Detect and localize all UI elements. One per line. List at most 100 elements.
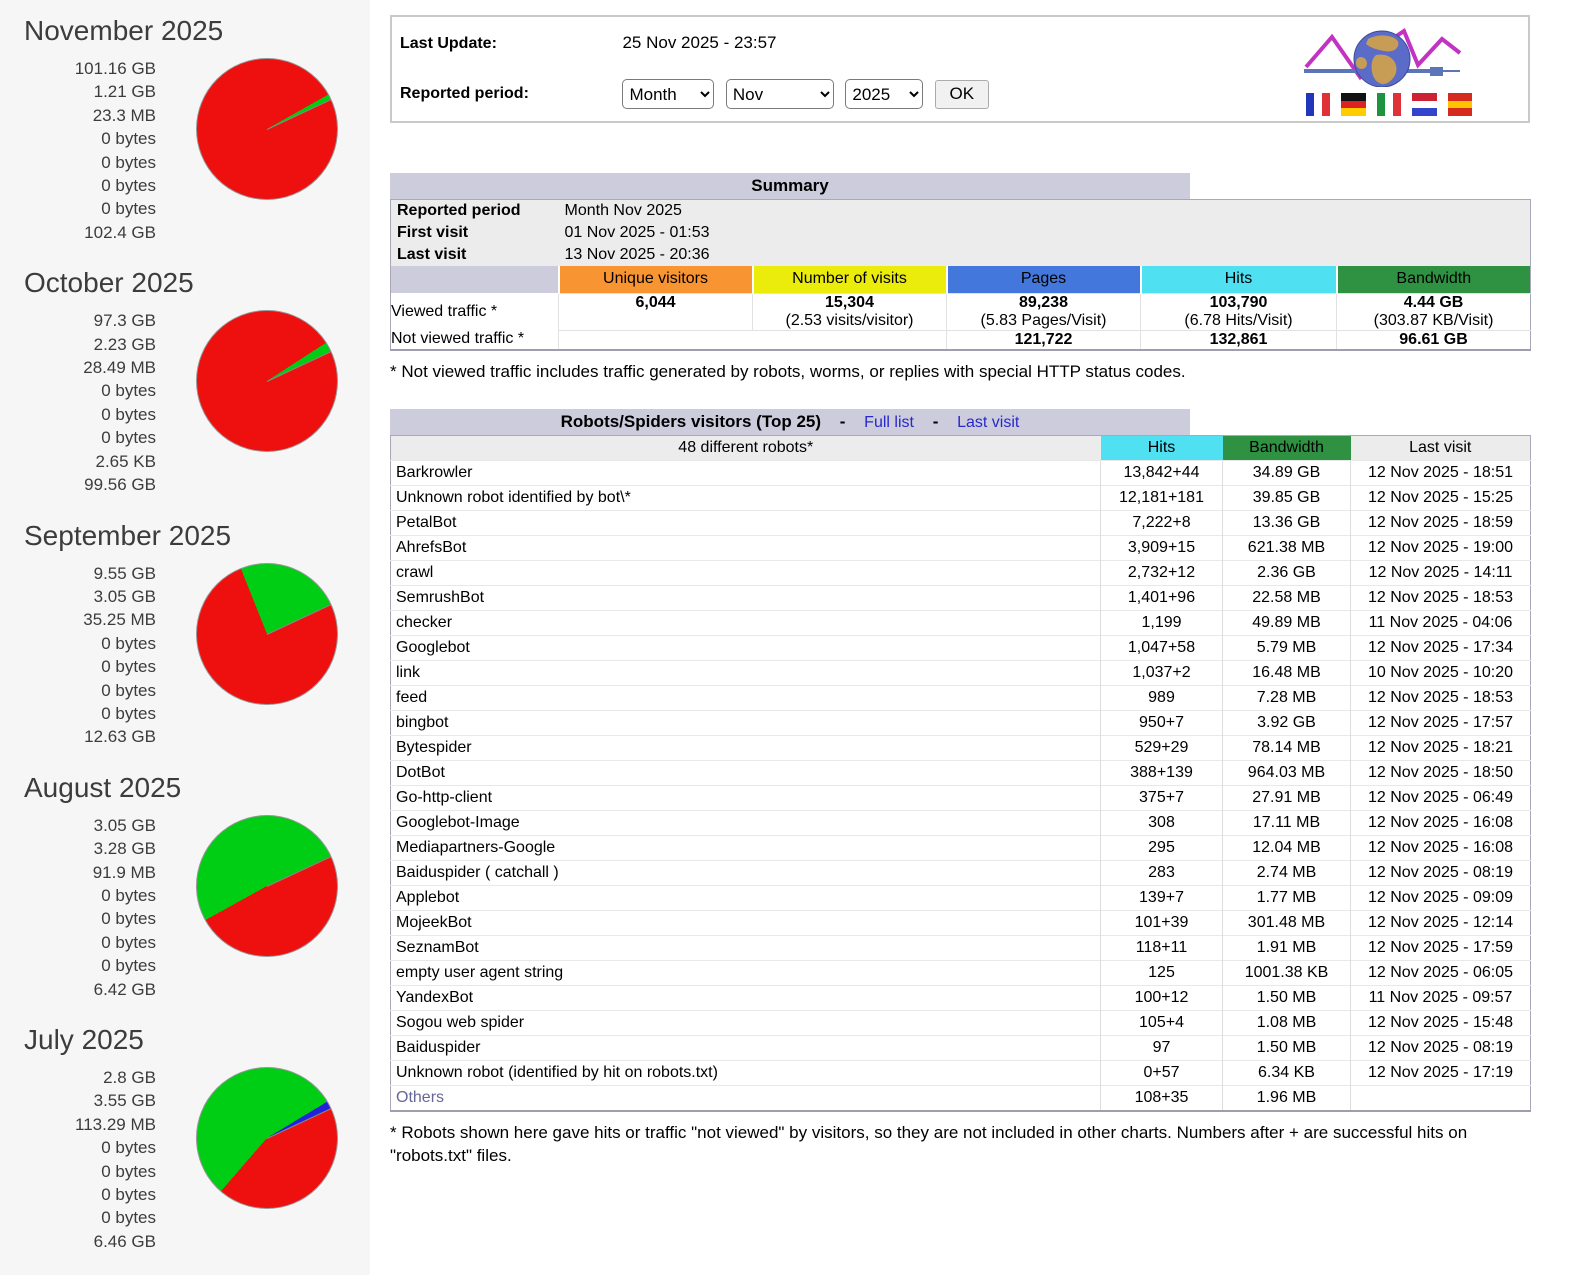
- robot-row: Applebot139+71.77 MB12 Nov 2025 - 09:09: [391, 885, 1531, 910]
- flag-germany-icon[interactable]: [1341, 93, 1365, 116]
- robot-row: MojeekBot101+39301.48 MB12 Nov 2025 - 12…: [391, 910, 1531, 935]
- month-stat-value: 28.49 MB: [24, 356, 156, 379]
- robot-hits: 12,181+181: [1101, 485, 1223, 510]
- month-stat-value: 0 bytes: [24, 632, 156, 655]
- robot-name: Baiduspider ( catchall ): [391, 860, 1101, 885]
- flag-italy-icon[interactable]: [1377, 93, 1401, 116]
- month-pie-chart: [196, 58, 338, 200]
- viewed-unique: 6,044: [559, 293, 753, 330]
- month-stat-value: 0 bytes: [24, 931, 156, 954]
- month-stat-value: 0 bytes: [24, 1206, 156, 1229]
- viewed-hits: 103,790(6.78 Hits/Visit): [1141, 293, 1337, 330]
- period-month-select[interactable]: Nov: [726, 79, 834, 109]
- full-list-link[interactable]: Full list: [864, 414, 914, 431]
- robot-bandwidth: 16.48 MB: [1223, 660, 1351, 685]
- robot-name: SemrushBot: [391, 585, 1101, 610]
- month-stat-value: 0 bytes: [24, 127, 156, 150]
- robots-footnote: * Robots shown here gave hits or traffic…: [390, 1121, 1530, 1167]
- last-update-label: Last Update:: [400, 35, 618, 53]
- month-title: September 2025: [24, 519, 370, 553]
- robot-name: bingbot: [391, 710, 1101, 735]
- summary-footnote: * Not viewed traffic includes traffic ge…: [390, 360, 1530, 383]
- robot-row: Sogou web spider105+41.08 MB12 Nov 2025 …: [391, 1010, 1531, 1035]
- month-pie-chart: [196, 1067, 338, 1209]
- robot-name: DotBot: [391, 760, 1101, 785]
- pie-slice-boundary: [267, 99, 331, 129]
- robots-title-bar: Robots/Spiders visitors (Top 25) - Full …: [390, 409, 1190, 435]
- robot-row: YandexBot100+121.50 MB11 Nov 2025 - 09:5…: [391, 985, 1531, 1010]
- month-pie-chart: [196, 310, 338, 452]
- robot-last-visit: 12 Nov 2025 - 08:19: [1351, 1035, 1531, 1060]
- robot-name: SeznamBot: [391, 935, 1101, 960]
- col-unique-visitors: Unique visitors: [559, 266, 753, 293]
- period-year-select[interactable]: 2025: [845, 79, 923, 109]
- robot-bandwidth: 964.03 MB: [1223, 760, 1351, 785]
- month-title: August 2025: [24, 771, 370, 805]
- robot-bandwidth: 1.50 MB: [1223, 1035, 1351, 1060]
- robot-hits: 1,047+58: [1101, 635, 1223, 660]
- flag-france-icon[interactable]: [1306, 93, 1330, 116]
- info-value: 13 Nov 2025 - 20:36: [559, 244, 1531, 266]
- robot-bandwidth: 6.34 KB: [1223, 1060, 1351, 1085]
- robot-name: Unknown robot (identified by hit on robo…: [391, 1060, 1101, 1085]
- robot-name: Sogou web spider: [391, 1010, 1101, 1035]
- ok-button[interactable]: OK: [935, 80, 989, 109]
- not-viewed-pages: 121,722: [947, 330, 1141, 350]
- summary-info-row: Last visit 13 Nov 2025 - 20:36: [391, 244, 1531, 266]
- month-stat-value: 102.4 GB: [24, 221, 156, 244]
- month-pie-chart: [196, 563, 338, 705]
- viewed-traffic-label: Viewed traffic *: [391, 293, 559, 330]
- month-stat-value: 0 bytes: [24, 426, 156, 449]
- info-label: Reported period: [391, 200, 559, 223]
- pie-slice-boundary: [267, 604, 331, 634]
- robot-row: SemrushBot1,401+9622.58 MB12 Nov 2025 - …: [391, 585, 1531, 610]
- robot-last-visit: 12 Nov 2025 - 16:08: [1351, 810, 1531, 835]
- robot-last-visit: 11 Nov 2025 - 09:57: [1351, 985, 1531, 1010]
- robot-last-visit: 12 Nov 2025 - 17:19: [1351, 1060, 1531, 1085]
- corner-cell: [391, 266, 559, 293]
- summary-table: Reported period Month Nov 2025 First vis…: [390, 199, 1531, 351]
- robot-row: PetalBot7,222+813.36 GB12 Nov 2025 - 18:…: [391, 510, 1531, 535]
- robot-last-visit: 12 Nov 2025 - 18:21: [1351, 735, 1531, 760]
- robot-hits: 101+39: [1101, 910, 1223, 935]
- robot-name: Googlebot-Image: [391, 810, 1101, 835]
- robot-bandwidth: 1.77 MB: [1223, 885, 1351, 910]
- robot-row: empty user agent string1251001.38 KB12 N…: [391, 960, 1531, 985]
- robot-bandwidth: 34.89 GB: [1223, 460, 1351, 485]
- month-stat-value: 1.21 GB: [24, 80, 156, 103]
- robot-last-visit: 12 Nov 2025 - 18:59: [1351, 510, 1531, 535]
- flag-spain-icon[interactable]: [1448, 93, 1472, 116]
- last-visit-link[interactable]: Last visit: [957, 414, 1019, 431]
- summary-column-headers: Unique visitors Number of visits Pages H…: [391, 266, 1531, 293]
- robot-bandwidth: 22.58 MB: [1223, 585, 1351, 610]
- robot-bandwidth: 621.38 MB: [1223, 535, 1351, 560]
- robot-row: Unknown robot (identified by hit on robo…: [391, 1060, 1531, 1085]
- robot-last-visit: 12 Nov 2025 - 06:49: [1351, 785, 1531, 810]
- month-block-3: August 20253.05 GB3.28 GB91.9 MB0 bytes0…: [0, 771, 370, 1001]
- viewed-visits: 15,304(2.53 visits/visitor): [753, 293, 947, 330]
- robot-bandwidth: 301.48 MB: [1223, 910, 1351, 935]
- month-stat-value: 0 bytes: [24, 1160, 156, 1183]
- month-stat-value: 3.55 GB: [24, 1089, 156, 1112]
- flag-netherlands-icon[interactable]: [1412, 93, 1436, 116]
- robot-bandwidth: 5.79 MB: [1223, 635, 1351, 660]
- robot-name: YandexBot: [391, 985, 1101, 1010]
- robot-hits: 1,401+96: [1101, 585, 1223, 610]
- month-title: November 2025: [24, 14, 370, 48]
- robot-last-visit: 12 Nov 2025 - 16:08: [1351, 835, 1531, 860]
- period-type-select[interactable]: Month: [622, 79, 714, 109]
- month-stat-value: 113.29 MB: [24, 1113, 156, 1136]
- month-stat-value: 9.55 GB: [24, 562, 156, 585]
- robot-last-visit: 12 Nov 2025 - 06:05: [1351, 960, 1531, 985]
- robot-last-visit: 12 Nov 2025 - 19:00: [1351, 535, 1531, 560]
- robot-last-visit: 10 Nov 2025 - 10:20: [1351, 660, 1531, 685]
- robot-bandwidth: 2.36 GB: [1223, 560, 1351, 585]
- awstats-logo: [1302, 21, 1472, 116]
- month-stat-value: 2.65 KB: [24, 450, 156, 473]
- robot-hits: 108+35: [1101, 1085, 1223, 1111]
- info-label: Last visit: [391, 244, 559, 266]
- robots-table: 48 different robots* Hits Bandwidth Last…: [390, 435, 1531, 1112]
- month-stats: 97.3 GB2.23 GB28.49 MB0 bytes0 bytes0 by…: [24, 309, 156, 496]
- robot-last-visit: 12 Nov 2025 - 09:09: [1351, 885, 1531, 910]
- month-stat-value: 6.42 GB: [24, 978, 156, 1001]
